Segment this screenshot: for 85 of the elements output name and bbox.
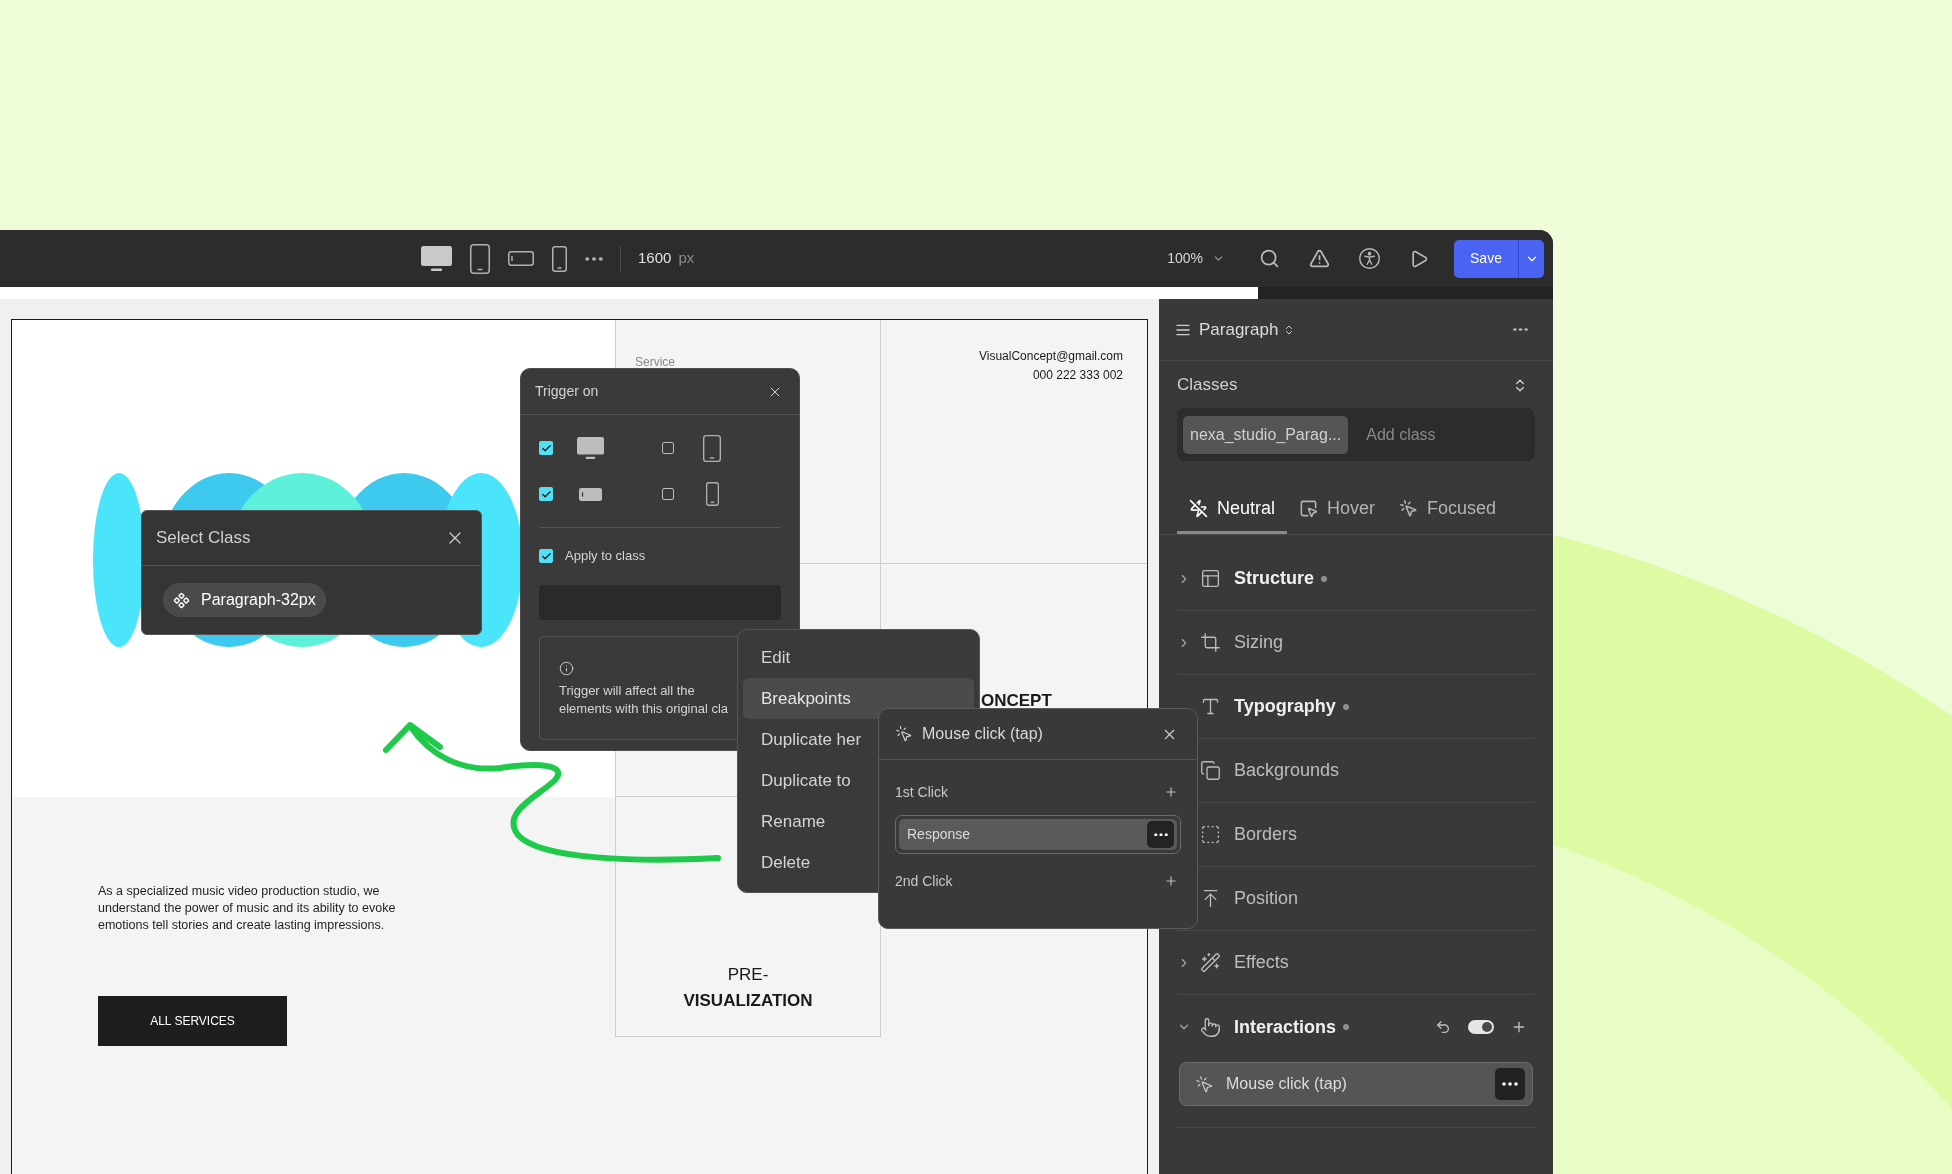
layers-icon bbox=[1200, 760, 1221, 781]
text-icon bbox=[1200, 696, 1221, 717]
click-group-label: 2nd Click bbox=[895, 871, 953, 891]
checkbox[interactable] bbox=[539, 441, 553, 455]
service-title: PRE- VISUALIZATION bbox=[683, 964, 813, 1012]
classes-label: Classes bbox=[1177, 374, 1238, 397]
more-button[interactable] bbox=[1147, 821, 1174, 848]
interaction-label: Mouse click (tap) bbox=[1226, 1074, 1347, 1094]
layout-icon bbox=[1200, 568, 1221, 589]
description-paragraph: As a specialized music video production studio, we understand the power of music and its ability to evoke emotions tell stories and create lasting impressions. bbox=[98, 883, 397, 934]
search-icon[interactable] bbox=[1259, 248, 1280, 269]
cursor-click-icon bbox=[1399, 498, 1419, 518]
magic-wand-icon bbox=[1200, 952, 1221, 973]
section-label[interactable]: Typography bbox=[1234, 693, 1336, 720]
all-services-button[interactable]: ALL SERVICES bbox=[98, 996, 287, 1046]
section-label[interactable]: Sizing bbox=[1234, 629, 1284, 656]
tablet-icon bbox=[703, 434, 721, 462]
section-label[interactable]: Effects bbox=[1234, 949, 1289, 976]
play-icon[interactable] bbox=[1409, 248, 1429, 269]
info-text: Trigger will affect all the elements with this original cla bbox=[559, 682, 730, 718]
class-chip[interactable]: Paragraph-32px bbox=[163, 583, 326, 617]
plus-icon[interactable] bbox=[1164, 874, 1178, 888]
component-icon bbox=[173, 591, 190, 609]
cursor-click-icon bbox=[895, 725, 913, 743]
state-tab[interactable]: Focused bbox=[1387, 485, 1509, 534]
action-row[interactable]: Response bbox=[895, 815, 1181, 854]
phone-icon bbox=[705, 482, 719, 506]
monitor-icon bbox=[576, 437, 604, 459]
state-tab[interactable]: Neutral bbox=[1177, 485, 1288, 534]
pointer-hand-icon bbox=[1200, 1016, 1221, 1038]
check-icon bbox=[540, 550, 552, 562]
class-chip[interactable]: nexa_studio_Parag... bbox=[1183, 415, 1349, 454]
cursor-square-icon bbox=[1299, 498, 1319, 518]
element-type-dropdown[interactable]: Paragraph bbox=[1199, 316, 1296, 343]
click-group-label: 1st Click bbox=[895, 782, 948, 802]
section-label[interactable]: Structure bbox=[1234, 565, 1314, 592]
tablet-icon[interactable] bbox=[470, 243, 490, 274]
monitor-icon[interactable] bbox=[421, 246, 452, 271]
info-icon bbox=[559, 661, 574, 676]
zoom-dropdown[interactable]: 100% bbox=[1167, 248, 1225, 269]
dashed-square-icon bbox=[1200, 824, 1221, 845]
check-icon bbox=[540, 488, 552, 500]
check-icon bbox=[540, 442, 552, 454]
unit-label: px bbox=[678, 248, 695, 269]
checkbox[interactable] bbox=[539, 487, 553, 501]
warning-icon[interactable] bbox=[1309, 248, 1330, 269]
more-button[interactable] bbox=[1495, 1068, 1525, 1100]
phone-icon[interactable] bbox=[552, 245, 567, 272]
action-label: Response bbox=[907, 825, 971, 844]
section-title: ONCEPT bbox=[981, 692, 1052, 709]
popup-title: Select Class bbox=[156, 527, 251, 550]
more-icon[interactable] bbox=[1513, 328, 1528, 331]
save-button[interactable]: Save bbox=[1454, 239, 1519, 278]
menu-item[interactable]: Edit bbox=[743, 637, 974, 678]
toggle-switch[interactable] bbox=[1468, 1020, 1494, 1034]
checkbox[interactable] bbox=[662, 488, 674, 500]
plus-icon[interactable] bbox=[1511, 1019, 1527, 1035]
plus-icon[interactable] bbox=[1164, 785, 1178, 799]
landscape-device-icon[interactable] bbox=[508, 251, 534, 266]
phone-text: 000 222 333 002 bbox=[1032, 367, 1123, 384]
popup-title: Trigger on bbox=[535, 382, 599, 401]
class-field[interactable]: nexa_studio_Parag... Add class bbox=[1177, 408, 1535, 461]
undo-icon[interactable] bbox=[1435, 1019, 1451, 1035]
cursor-click-icon bbox=[1195, 1074, 1214, 1094]
section-label[interactable]: Interactions bbox=[1234, 1013, 1337, 1041]
landscape-device-icon bbox=[578, 487, 602, 501]
width-input[interactable]: 1600 bbox=[638, 247, 672, 270]
section-label[interactable]: Borders bbox=[1234, 821, 1298, 848]
interaction-item[interactable]: Mouse click (tap) bbox=[1179, 1062, 1533, 1106]
more-icon bbox=[1502, 1082, 1518, 1086]
service-label: Service bbox=[635, 355, 675, 369]
popup-title: Mouse click (tap) bbox=[922, 724, 1043, 744]
save-options-button[interactable] bbox=[1519, 239, 1544, 278]
zap-off-icon bbox=[1189, 498, 1208, 518]
section-label[interactable]: Backgrounds bbox=[1234, 757, 1340, 784]
more-icon bbox=[1153, 832, 1168, 837]
more-icon[interactable] bbox=[585, 256, 603, 261]
apply-to-class-label: Apply to class bbox=[565, 547, 646, 566]
checkbox[interactable] bbox=[662, 442, 674, 454]
section-label[interactable]: Position bbox=[1234, 885, 1299, 912]
checkbox[interactable] bbox=[539, 549, 553, 563]
email-text: VisualConcept@gmail.com bbox=[978, 348, 1123, 365]
state-tab[interactable]: Hover bbox=[1287, 485, 1388, 534]
accessibility-icon[interactable] bbox=[1359, 248, 1380, 269]
crop-icon bbox=[1200, 632, 1221, 653]
